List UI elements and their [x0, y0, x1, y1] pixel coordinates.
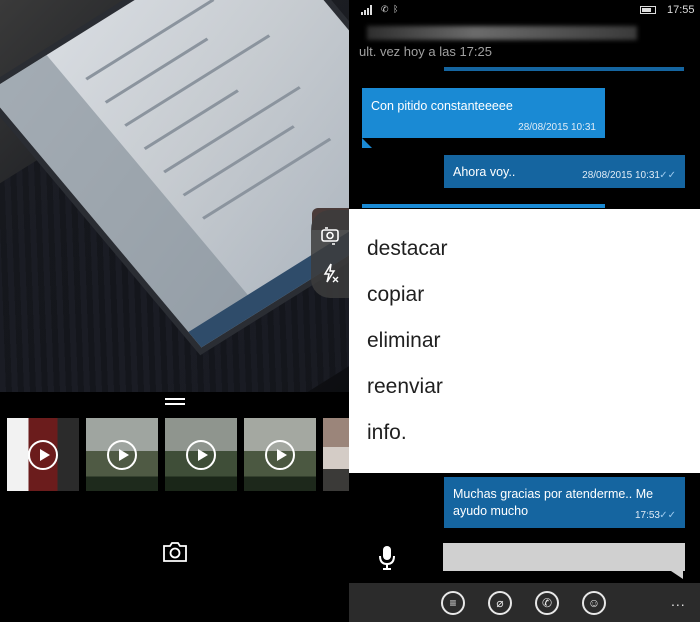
- camera-viewfinder[interactable]: [0, 0, 349, 392]
- gallery-thumb-4[interactable]: [244, 418, 316, 491]
- bubble-tail: [362, 138, 372, 148]
- camera-tool-panel: [311, 210, 349, 298]
- message-text: Con pitido constanteeeee: [371, 99, 513, 113]
- wifi-icon: ✆: [381, 4, 389, 14]
- play-icon: [28, 440, 58, 470]
- status-bar: ✆ ᛒ 17:55: [349, 0, 700, 20]
- play-icon: [186, 440, 216, 470]
- menu-item-reenviar[interactable]: reenviar: [367, 375, 443, 399]
- gallery-thumb-1[interactable]: [7, 418, 79, 491]
- gallery-thumb-5[interactable]: [323, 418, 349, 491]
- gallery-strip: [0, 418, 349, 491]
- drag-handle[interactable]: [165, 398, 185, 406]
- camera-app: [0, 0, 349, 622]
- message-bubble-out[interactable]: Ahora voy.. 28/08/2015 10:31 ✓✓: [444, 155, 685, 188]
- context-menu: destacar copiar eliminar reenviar info.: [349, 209, 700, 473]
- read-receipt-icon: ✓✓: [659, 170, 676, 181]
- play-icon: [265, 440, 295, 470]
- message-bubble-out[interactable]: Muchas gracias por atenderme.. Me ayudo …: [444, 477, 685, 528]
- read-receipt-icon: ✓✓: [659, 510, 676, 521]
- battery-icon: [640, 6, 656, 14]
- attach-icon[interactable]: ⌀: [488, 591, 512, 615]
- message-time: 17:53: [634, 510, 660, 521]
- menu-item-destacar[interactable]: destacar: [367, 237, 448, 261]
- message-time: 28/08/2015 10:31: [518, 122, 596, 133]
- phone-icon[interactable]: ✆: [535, 591, 559, 615]
- gallery-thumb-3[interactable]: [165, 418, 237, 491]
- play-icon: [107, 440, 137, 470]
- camera-icon[interactable]: [162, 541, 188, 563]
- message-time: 28/08/2015 10:31: [582, 170, 660, 181]
- flash-off-icon[interactable]: [319, 262, 341, 284]
- contact-name[interactable]: [367, 26, 637, 40]
- selected-bubble-edge: [362, 204, 605, 208]
- message-input[interactable]: [443, 543, 685, 571]
- bluetooth-icon: ᛒ: [393, 4, 399, 14]
- switch-camera-icon[interactable]: [319, 224, 341, 246]
- menu-item-info[interactable]: info.: [367, 421, 407, 445]
- previous-bubble-edge: [444, 67, 684, 71]
- app-bar: ≡ ⌀ ✆ ☺ ...: [349, 583, 700, 622]
- signal-icon: [361, 5, 375, 15]
- split-screenshot: ✆ ᛒ 17:55 ult. vez hoy a las 17:25 Con p…: [0, 0, 700, 622]
- message-bubble-in[interactable]: Con pitido constanteeeee 28/08/2015 10:3…: [362, 88, 605, 138]
- last-seen: ult. vez hoy a las 17:25: [359, 44, 492, 59]
- chat-app: ✆ ᛒ 17:55 ult. vez hoy a las 17:25 Con p…: [349, 0, 700, 622]
- input-tail: [671, 571, 683, 579]
- menu-item-copiar[interactable]: copiar: [367, 283, 424, 307]
- gallery-thumb-2[interactable]: [86, 418, 158, 491]
- microphone-icon[interactable]: [378, 545, 396, 571]
- more-menu-icon[interactable]: ...: [671, 593, 686, 609]
- menu-item-eliminar[interactable]: eliminar: [367, 329, 441, 353]
- status-time: 17:55: [667, 4, 695, 16]
- message-list-icon[interactable]: ≡: [441, 591, 465, 615]
- emoji-icon[interactable]: ☺: [582, 591, 606, 615]
- message-text: Muchas gracias por atenderme.. Me ayudo …: [453, 487, 654, 518]
